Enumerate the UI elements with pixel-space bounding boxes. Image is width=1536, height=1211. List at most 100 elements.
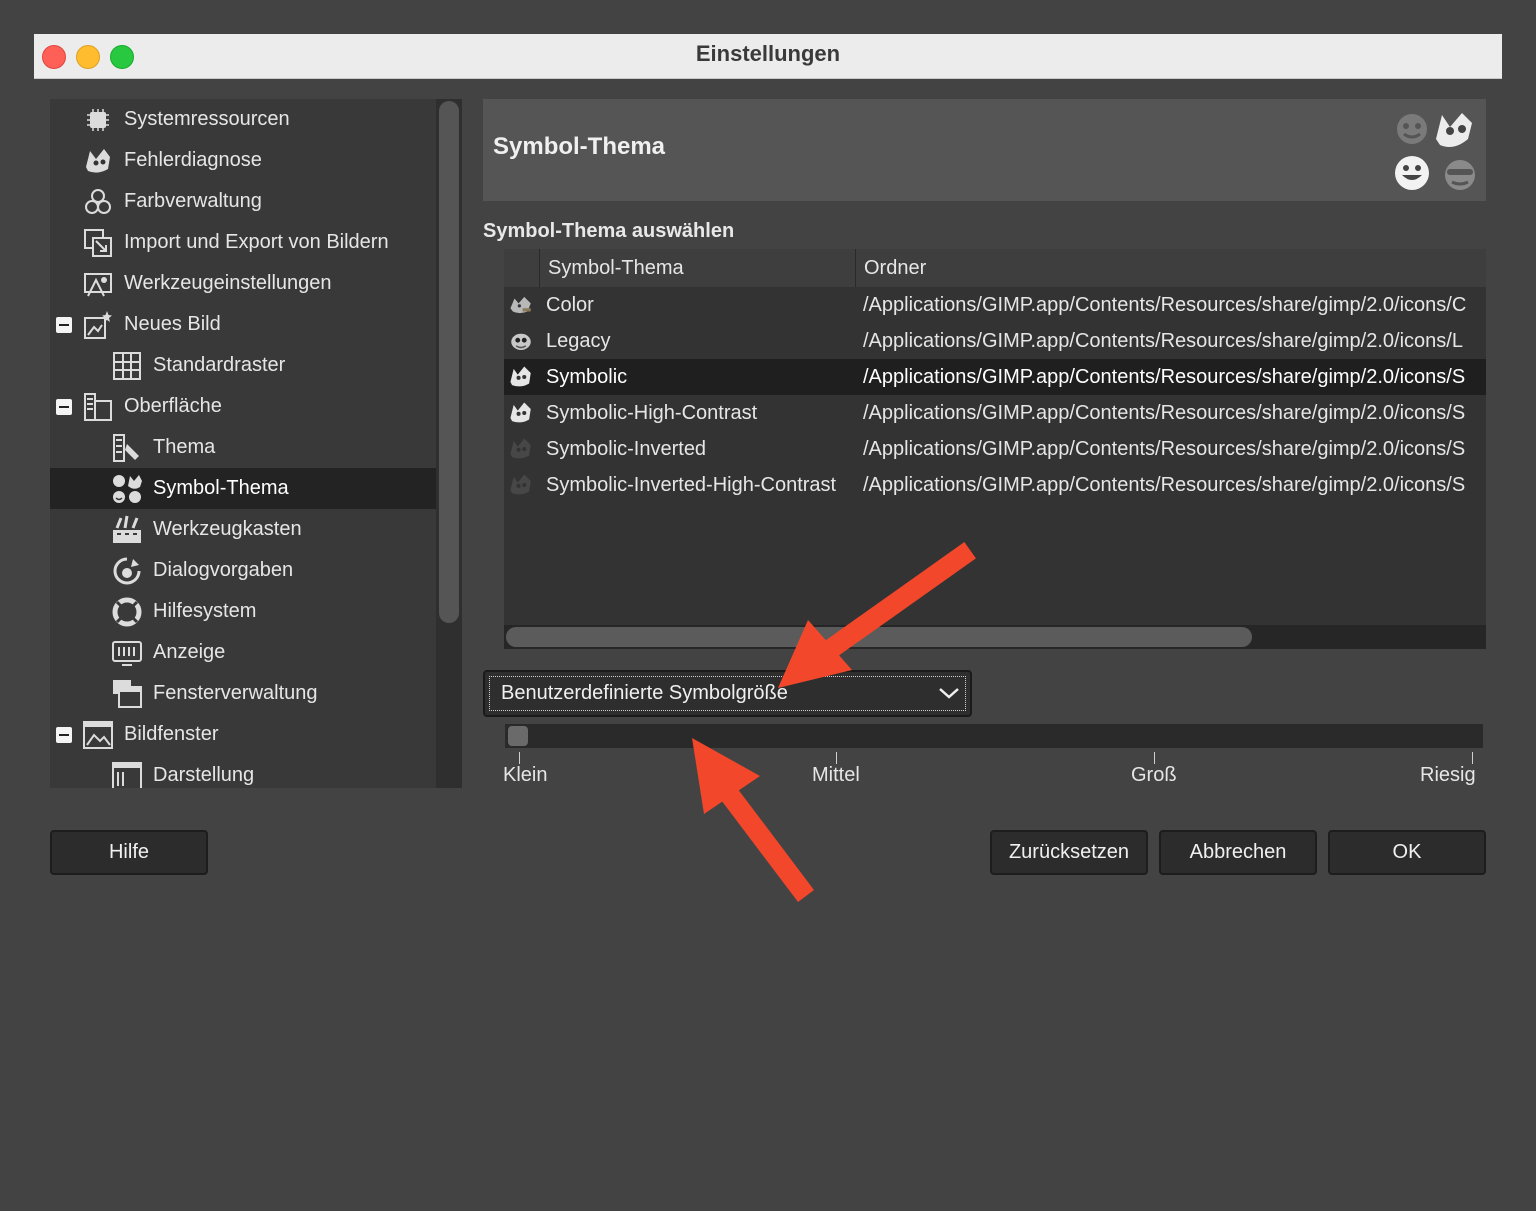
tree-item-label: Darstellung [153,764,255,786]
tree-item-label: Fensterverwaltung [153,682,318,704]
tree-item-label: Dialogvorgaben [153,559,294,581]
ok-button[interactable]: OK [1328,830,1486,875]
tree-scrollbar[interactable] [436,99,462,788]
tree-item-fehlerdiagnose[interactable]: Fehlerdiagnose [50,140,436,181]
table-row[interactable]: Symbolic-High-Contrast/Applications/GIMP… [504,395,1486,431]
tree-item-oberfläche[interactable]: Oberfläche [50,386,436,427]
column-header-icon[interactable] [504,249,540,287]
annotation-arrow-slider [692,738,815,903]
wilber-debug-icon [86,149,110,173]
theme-icon [113,434,139,462]
theme-name-cell: Color [546,294,594,316]
tree-item-farbverwaltung[interactable]: Farbverwaltung [50,181,436,222]
theme-folder-cell: /Applications/GIMP.app/Contents/Resource… [863,438,1466,460]
wilber-color-icon [510,296,531,314]
appearance-icon [112,762,142,788]
window-management-icon [113,680,142,708]
tree-item-label: Werkzeugkasten [153,518,302,540]
lifebuoy-icon [112,597,142,627]
theme-folder-cell: /Applications/GIMP.app/Contents/Resource… [863,330,1463,352]
tree-item-label: Thema [153,436,216,458]
page-title: Symbol-Thema [493,133,666,160]
window-titlebar: Einstellungen [34,34,1502,79]
table-row[interactable]: Symbolic/Applications/GIMP.app/Contents/… [504,359,1486,395]
tree-item-label: Werkzeugeinstellungen [124,272,332,294]
theme-folder-cell: /Applications/GIMP.app/Contents/Resource… [863,402,1466,424]
tree-item-standardraster[interactable]: Standardraster [50,345,436,386]
wilber-symbolic-icon [510,402,531,423]
wilber-dark-icon [510,474,531,495]
tree-item-thema[interactable]: Thema [50,427,436,468]
window-title: Einstellungen [695,41,841,66]
tree-item-dialogvorgaben[interactable]: Dialogvorgaben [50,550,436,591]
wilber-legacy-icon [511,333,531,350]
import-export-icon [84,229,112,257]
table-header: Symbol-Thema Ordner [504,249,1486,287]
tool-options-icon [84,273,112,297]
page-header: Symbol-Thema [483,99,1486,201]
cancel-button[interactable]: Abbrechen [1159,830,1317,875]
theme-folder-cell: /Applications/GIMP.app/Contents/Resource… [863,366,1466,388]
tree-scrollbar-thumb[interactable] [439,101,459,623]
wilber-symbolic-icon [510,366,531,387]
tree-item-neues-bild[interactable]: Neues Bild [50,304,436,345]
display-icon [112,641,142,666]
help-button[interactable]: Hilfe [50,830,208,875]
interface-icon [84,393,112,421]
section-label: Symbol-Thema auswählen [483,220,735,242]
color-circles-icon [85,189,111,214]
table-row[interactable]: Color/Applications/GIMP.app/Contents/Res… [504,287,1486,323]
new-image-icon [84,311,112,339]
tree-item-label: Farbverwaltung [124,190,262,212]
tree-collapse-toggle[interactable] [56,317,72,333]
tree-item-label: Import und Export von Bildern [124,231,389,253]
icon-theme-table: Symbol-Thema Ordner Color/Applications/G… [504,249,1486,649]
dialog-defaults-icon [113,557,141,585]
tree-item-darstellung[interactable]: Darstellung [50,755,436,788]
tree-item-werkzeugeinstellungen[interactable]: Werkzeugeinstellungen [50,263,436,304]
theme-name-cell: Symbolic-Inverted-High-Contrast [546,474,837,496]
slider-label-klein: Klein [503,764,548,786]
column-header-folder[interactable]: Ordner [856,249,1486,287]
tree-collapse-toggle[interactable] [56,399,72,415]
tree-item-symbol-thema[interactable]: Symbol-Thema [50,468,436,509]
slider-label-riesig: Riesig [1420,764,1476,786]
preferences-category-tree: Systemressourcen Fehlerdiagnose Farbverwal… [50,99,462,788]
icon-theme-header-icon [1395,113,1475,190]
theme-folder-cell: /Applications/GIMP.app/Contents/Resource… [863,474,1466,496]
table-row[interactable]: Legacy/Applications/GIMP.app/Contents/Re… [504,323,1486,359]
wilber-dark-icon [510,438,531,459]
icon-theme-icon [113,475,142,503]
icon-size-dropdown-label: Benutzerdefinierte Symbolgröße [501,682,788,704]
tree-item-anzeige[interactable]: Anzeige [50,632,436,673]
tree-item-label: Fehlerdiagnose [124,149,262,171]
table-horizontal-scrollbar[interactable] [504,625,1486,649]
tree-item-fensterverwaltung[interactable]: Fensterverwaltung [50,673,436,714]
tree-item-label: Anzeige [153,641,226,663]
theme-name-cell: Symbolic [546,366,628,388]
tree-item-import-und-export-von-bildern[interactable]: Import und Export von Bildern [50,222,436,263]
theme-name-cell: Legacy [546,330,611,352]
reset-button[interactable]: Zurücksetzen [990,830,1148,875]
column-header-theme[interactable]: Symbol-Thema [540,249,856,287]
tree-item-label: Symbol-Thema [153,477,289,499]
icon-size-slider-handle[interactable] [508,726,528,746]
tree-item-bildfenster[interactable]: Bildfenster [50,714,436,755]
icon-size-dropdown[interactable]: Benutzerdefinierte Symbolgröße [483,670,972,717]
toolbox-icon [113,515,141,543]
tree-item-label: Systemressourcen [124,108,290,130]
table-row[interactable]: Symbolic-Inverted/Applications/GIMP.app/… [504,431,1486,467]
tree-collapse-toggle[interactable] [56,727,72,743]
tree-item-label: Neues Bild [124,313,221,335]
tree-item-label: Oberfläche [124,395,222,417]
tree-item-werkzeugkasten[interactable]: Werkzeugkasten [50,509,436,550]
table-scrollbar-thumb[interactable] [506,627,1252,647]
slider-tick-riesig [1472,752,1473,764]
tree-item-systemressourcen[interactable]: Systemressourcen [50,99,436,140]
slider-label-gross: Groß [1131,764,1177,786]
table-row[interactable]: Symbolic-Inverted-High-Contrast/Applicat… [504,467,1486,503]
tree-item-label: Hilfesystem [153,600,257,622]
slider-tick-klein [519,752,520,764]
tree-item-hilfesystem[interactable]: Hilfesystem [50,591,436,632]
icon-size-slider[interactable] [505,724,1483,748]
